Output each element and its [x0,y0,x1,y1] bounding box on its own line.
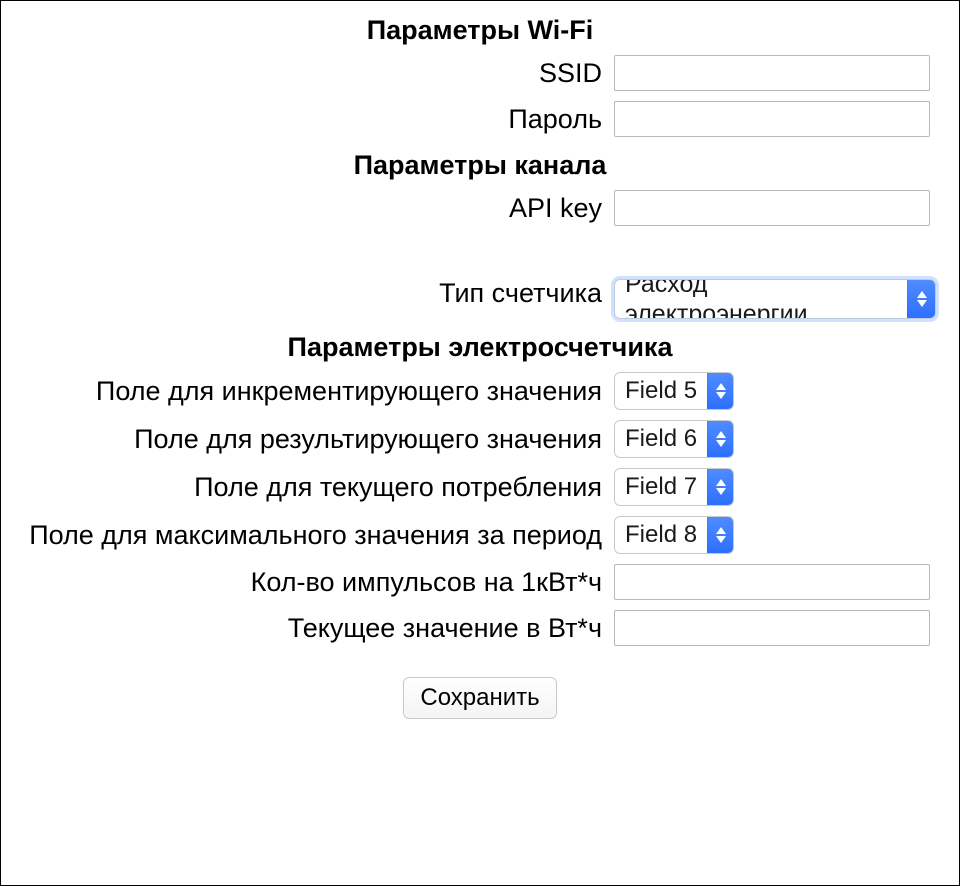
password-input[interactable] [614,101,930,137]
counter-type-select[interactable]: Расход электроэнергии [614,279,936,319]
label-api-key: API key [11,187,608,229]
spacer [11,233,949,261]
heading-meter: Параметры электросчетчика [11,326,949,365]
label-password: Пароль [11,98,608,140]
label-field-res: Поле для результирующего значения [11,417,608,461]
label-field-max: Поле для максимального значения за перио… [11,513,608,557]
api-key-input[interactable] [614,190,930,226]
label-counter-type: Тип счетчика [11,265,608,322]
pulses-input[interactable] [614,564,930,600]
label-pulses: Кол-во импульсов на 1кВт*ч [11,561,608,603]
label-ssid: SSID [11,52,608,94]
settings-panel: Параметры Wi-Fi SSID Пароль Параметры ка… [0,0,960,886]
field-max-select[interactable]: Field 8 [614,516,734,554]
heading-wifi: Параметры Wi-Fi [11,9,949,48]
field-inc-select[interactable]: Field 5 [614,372,734,410]
save-button[interactable]: Сохранить [403,677,556,719]
field-res-select[interactable]: Field 6 [614,420,734,458]
label-field-cur: Поле для текущего потребления [11,465,608,509]
heading-channel: Параметры канала [11,144,949,183]
label-field-inc: Поле для инкрементирующего значения [11,369,608,413]
settings-table: Параметры Wi-Fi SSID Пароль Параметры ка… [11,5,949,726]
current-val-input[interactable] [614,610,930,646]
field-cur-select[interactable]: Field 7 [614,468,734,506]
ssid-input[interactable] [614,55,930,91]
label-current-val: Текущее значение в Вт*ч [11,607,608,649]
